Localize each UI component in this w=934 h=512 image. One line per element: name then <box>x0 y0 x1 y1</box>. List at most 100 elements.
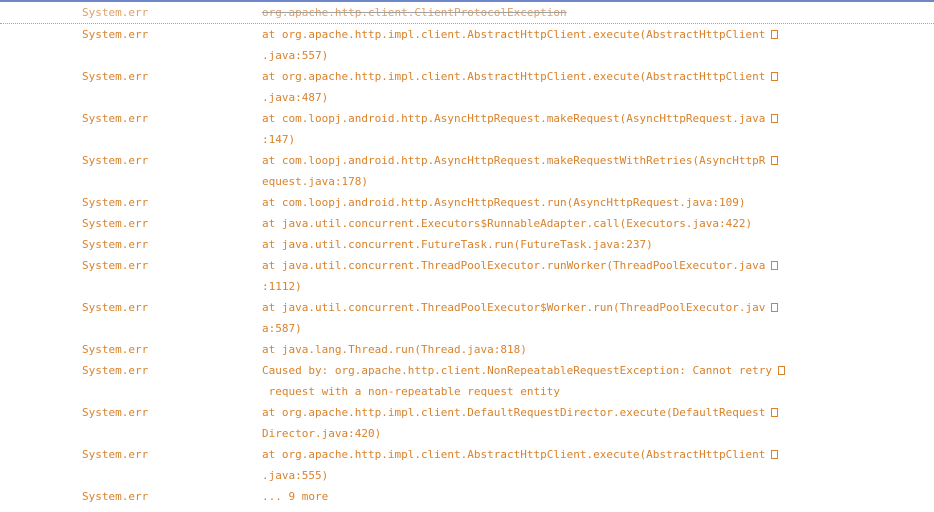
log-message-line: at com.loopj.android.http.AsyncHttpReque… <box>262 150 904 171</box>
log-tag: System.err <box>82 70 149 83</box>
log-message-text: .java:555) <box>262 469 329 482</box>
log-message-line: at java.util.concurrent.ThreadPoolExecut… <box>262 297 904 318</box>
log-message: at org.apache.http.impl.client.AbstractH… <box>262 444 934 486</box>
line-wrap-icon <box>771 72 779 81</box>
log-message: at org.apache.http.impl.client.AbstractH… <box>262 66 934 108</box>
log-message: org.apache.http.client.ClientProtocolExc… <box>262 2 934 23</box>
log-message-text: Director.java:420) <box>262 427 382 440</box>
log-tag: System.err <box>82 28 149 41</box>
log-message-line: a:587) <box>262 318 904 339</box>
line-wrap-icon <box>771 303 779 312</box>
log-message-text: .java:487) <box>262 91 329 104</box>
log-message-line: :147) <box>262 129 904 150</box>
log-tag: System.err <box>82 259 149 272</box>
log-message-line: at com.loopj.android.http.AsyncHttpReque… <box>262 108 904 129</box>
line-wrap-icon <box>777 366 785 375</box>
log-message-text: :1112) <box>262 280 302 293</box>
log-row[interactable]: System.err at org.apache.http.impl.client… <box>0 66 934 108</box>
log-message: at org.apache.http.impl.client.AbstractH… <box>262 24 934 66</box>
logcat-output: System.err org.apache.http.client.ClientP… <box>0 0 934 512</box>
log-message-line: request with a non-repeatable request en… <box>262 381 904 402</box>
log-row[interactable]: System.err at com.loopj.android.http.Asyn… <box>0 192 934 213</box>
log-message-text: at java.lang.Thread.run(Thread.java:818) <box>262 343 527 356</box>
log-tag: System.err <box>82 6 149 19</box>
log-tag: System.err <box>82 343 149 356</box>
log-message: at java.lang.Thread.run(Thread.java:818) <box>262 339 934 360</box>
log-message-line: at java.util.concurrent.ThreadPoolExecut… <box>262 255 904 276</box>
log-message: at com.loopj.android.http.AsyncHttpReque… <box>262 150 934 192</box>
log-row[interactable]: System.err at java.util.concurrent.Future… <box>0 234 934 255</box>
log-row[interactable]: System.err Caused by: org.apache.http.cli… <box>0 360 934 402</box>
log-message-text: request with a non-repeatable request en… <box>262 385 561 398</box>
log-message: at com.loopj.android.http.AsyncHttpReque… <box>262 108 934 150</box>
log-message-text: ... 9 more <box>262 490 329 503</box>
log-message-text: at java.util.concurrent.FutureTask.run(F… <box>262 238 653 251</box>
log-message-line: equest.java:178) <box>262 171 904 192</box>
log-tag: System.err <box>82 364 149 377</box>
log-message-text: at org.apache.http.impl.client.DefaultRe… <box>262 406 766 419</box>
log-message-line: at com.loopj.android.http.AsyncHttpReque… <box>262 192 904 213</box>
line-wrap-icon <box>771 261 779 270</box>
log-message-line: at org.apache.http.impl.client.AbstractH… <box>262 444 904 465</box>
log-message-text: a:587) <box>262 322 302 335</box>
log-row[interactable]: System.err at org.apache.http.impl.client… <box>0 444 934 486</box>
log-message-text: .java:557) <box>262 49 329 62</box>
log-message-text: at java.util.concurrent.ThreadPoolExecut… <box>262 259 766 272</box>
log-tag: System.err <box>82 112 149 125</box>
log-message: at java.util.concurrent.Executors$Runnab… <box>262 213 934 234</box>
log-message-text: Caused by: org.apache.http.client.NonRep… <box>262 364 772 377</box>
log-message-line: .java:557) <box>262 45 904 66</box>
log-message-text: :147) <box>262 133 296 146</box>
log-message-line: Caused by: org.apache.http.client.NonRep… <box>262 360 904 381</box>
log-message: at org.apache.http.impl.client.DefaultRe… <box>262 402 934 444</box>
log-message: at java.util.concurrent.ThreadPoolExecut… <box>262 297 934 339</box>
log-message: at java.util.concurrent.FutureTask.run(F… <box>262 234 934 255</box>
log-message-line: at org.apache.http.impl.client.DefaultRe… <box>262 402 904 423</box>
log-tag: System.err <box>82 196 149 209</box>
log-message-line: at org.apache.http.impl.client.AbstractH… <box>262 24 904 45</box>
line-wrap-icon <box>771 114 779 123</box>
log-message-text: at java.util.concurrent.Executors$Runnab… <box>262 217 753 230</box>
log-message-line: at java.util.concurrent.Executors$Runnab… <box>262 213 904 234</box>
log-row[interactable]: System.err at java.util.concurrent.Thread… <box>0 297 934 339</box>
log-message-line: at org.apache.http.impl.client.AbstractH… <box>262 66 904 87</box>
log-message-line: ... 9 more <box>262 486 904 507</box>
log-message: at com.loopj.android.http.AsyncHttpReque… <box>262 192 934 213</box>
log-row-selected[interactable]: System.err org.apache.http.client.ClientP… <box>0 0 934 24</box>
log-message-text: at org.apache.http.impl.client.AbstractH… <box>262 28 766 41</box>
log-message-line: at java.util.concurrent.FutureTask.run(F… <box>262 234 904 255</box>
log-message-text: at com.loopj.android.http.AsyncHttpReque… <box>262 154 766 167</box>
log-row[interactable]: System.err at java.util.concurrent.Thread… <box>0 255 934 297</box>
log-message-line: at java.lang.Thread.run(Thread.java:818) <box>262 339 904 360</box>
log-message: ... 9 more <box>262 486 934 507</box>
log-message-line: Director.java:420) <box>262 423 904 444</box>
log-row[interactable]: System.err at com.loopj.android.http.Asyn… <box>0 108 934 150</box>
line-wrap-icon <box>771 408 779 417</box>
log-message-line: org.apache.http.client.ClientProtocolExc… <box>262 2 904 23</box>
log-row[interactable]: System.err ... 9 more <box>0 486 934 507</box>
log-message-line: .java:555) <box>262 465 904 486</box>
log-message: Caused by: org.apache.http.client.NonRep… <box>262 360 934 402</box>
log-message-text: at org.apache.http.impl.client.AbstractH… <box>262 448 766 461</box>
log-row[interactable]: System.err at org.apache.http.impl.client… <box>0 402 934 444</box>
log-message-text: at com.loopj.android.http.AsyncHttpReque… <box>262 112 766 125</box>
log-tag: System.err <box>82 238 149 251</box>
log-row[interactable]: System.err at org.apache.http.impl.client… <box>0 24 934 66</box>
log-message-text: org.apache.http.client.ClientProtocolExc… <box>262 6 567 19</box>
log-tag: System.err <box>82 217 149 230</box>
log-message-text: equest.java:178) <box>262 175 368 188</box>
log-tag: System.err <box>82 406 149 419</box>
log-row[interactable]: System.err at java.lang.Thread.run(Thread… <box>0 339 934 360</box>
log-message-text: at java.util.concurrent.ThreadPoolExecut… <box>262 301 766 314</box>
line-wrap-icon <box>771 450 779 459</box>
log-message-text: at org.apache.http.impl.client.AbstractH… <box>262 70 766 83</box>
log-message-line: .java:487) <box>262 87 904 108</box>
log-tag: System.err <box>82 490 149 503</box>
log-tag: System.err <box>82 448 149 461</box>
log-message: at java.util.concurrent.ThreadPoolExecut… <box>262 255 934 297</box>
log-row[interactable]: System.err at com.loopj.android.http.Asyn… <box>0 150 934 192</box>
log-tag: System.err <box>82 301 149 314</box>
log-row[interactable]: System.err at java.util.concurrent.Execut… <box>0 213 934 234</box>
log-message-line: :1112) <box>262 276 904 297</box>
line-wrap-icon <box>771 156 779 165</box>
